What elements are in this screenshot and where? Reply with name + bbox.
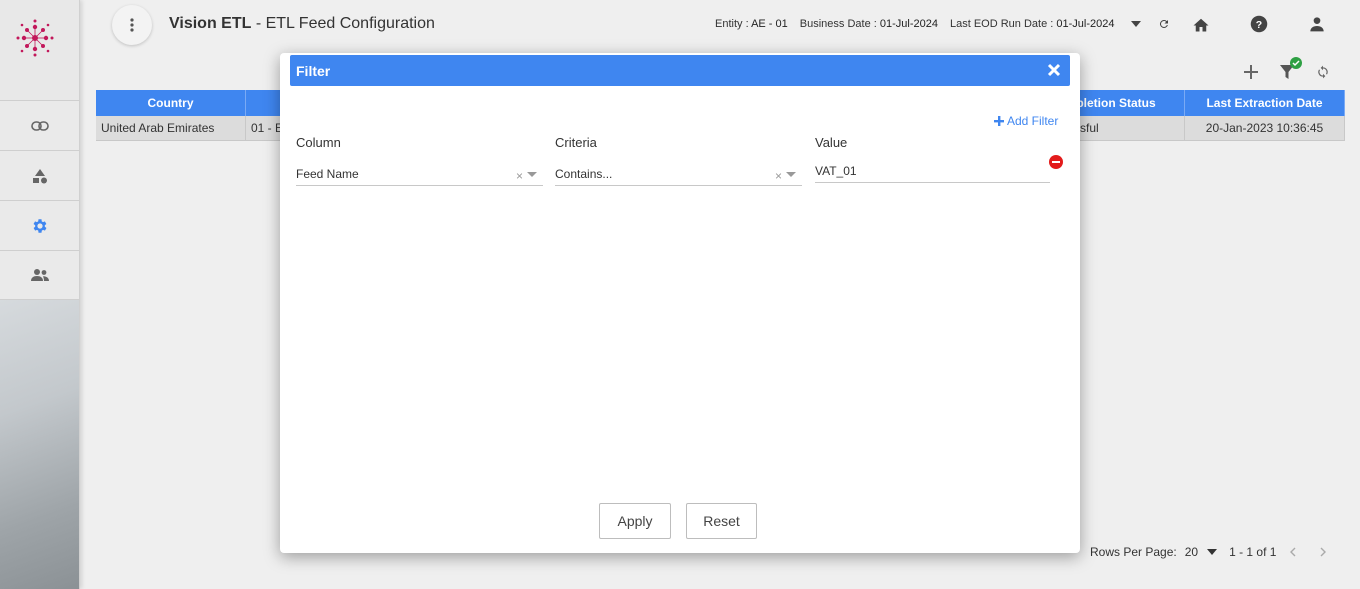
value-input[interactable]: VAT_01 [815,160,1050,183]
caret-down-icon [1131,21,1141,27]
minus-icon [1052,161,1060,163]
sidebar-item-link[interactable] [0,100,79,150]
eod-label: Last EOD Run Date : [949,18,1054,30]
value-input-text: VAT_01 [815,164,857,178]
entity-label: Entity : [715,18,749,30]
criteria-header-label: Criteria [555,135,597,150]
filter-active-badge [1290,57,1302,69]
eod-value: 01-Jul-2024 [1056,18,1115,30]
help-icon: ? [1250,15,1268,33]
table-cell-status: sful [1069,116,1185,141]
rows-per-page-label: Rows Per Page: [1090,545,1177,559]
add-filter-label: Add Filter [1007,114,1059,128]
column-header-country[interactable]: Country [96,90,246,116]
plus-icon [1244,65,1258,79]
home-button[interactable] [1191,14,1211,34]
sidebar-background-image [0,280,79,589]
caret-down-icon[interactable] [1207,549,1218,555]
criteria-select-value: Contains... [555,167,613,181]
sync-icon [1318,65,1328,79]
chevron-left-icon[interactable] [1290,547,1296,557]
clear-icon[interactable]: × [775,169,782,183]
filter-dialog: Filter Add Filter Column Criteria Value … [280,53,1080,553]
close-icon[interactable] [1047,63,1061,77]
sync-button[interactable] [1313,62,1333,82]
add-filter-button[interactable]: Add Filter [994,114,1058,128]
apply-button[interactable]: Apply [599,503,671,539]
page-title-text: - ETL Feed Configuration [251,15,435,32]
more-vertical-icon [130,18,134,32]
column-header-label: Column [296,135,341,150]
page-title: Vision ETL - ETL Feed Configuration [169,15,435,33]
rows-per-page-select[interactable]: 20 [1185,545,1198,559]
business-date-value: 01-Jul-2024 [879,18,938,30]
users-icon [31,269,49,281]
entity-info: Entity : AE - 01 [715,18,788,30]
sidebar-item-settings[interactable] [0,200,79,250]
help-button[interactable]: ? [1249,14,1269,34]
user-profile-button[interactable] [1307,14,1327,34]
plus-icon [994,116,1004,126]
filter-dialog-title: Filter [296,62,331,79]
table-cell-last-extraction: 20-Jan-2023 10:36:45 [1185,116,1345,141]
sidebar-nav [0,100,79,300]
value-header-label: Value [815,135,848,150]
filter-dialog-header: Filter [290,55,1070,86]
sidebar-item-shapes[interactable] [0,150,79,200]
app-name: Vision ETL [169,15,252,32]
entity-dropdown-button[interactable] [1126,14,1146,34]
pagination-range: 1 - 1 of 1 [1229,545,1277,559]
pagination: Rows Per Page: 20 1 - 1 of 1 [1090,545,1327,559]
svg-text:?: ? [1256,19,1262,31]
column-header-last-extraction-date[interactable]: Last Extraction Date [1185,90,1345,116]
add-button[interactable] [1241,62,1261,82]
clear-icon[interactable]: × [516,169,523,183]
user-icon [1310,17,1324,32]
business-date-info: Business Date : 01-Jul-2024 [800,18,938,30]
refresh-date-button[interactable] [1154,14,1174,34]
eod-info: Last EOD Run Date : 01-Jul-2024 [950,18,1114,30]
sidebar-item-users[interactable] [0,250,79,300]
criteria-select[interactable]: Contains... × [555,163,802,186]
business-date-label: Business Date : [799,18,877,30]
dropdown-caret-icon[interactable] [786,172,796,177]
chevron-right-icon[interactable] [1320,547,1327,557]
entity-value: AE - 01 [751,18,788,30]
refresh-icon [1159,19,1168,28]
sidebar [0,0,80,589]
link-icon [31,120,49,131]
rows-per-page-value: 20 [1184,545,1199,559]
home-icon [1193,18,1209,32]
check-icon [1292,60,1300,67]
column-select[interactable]: Feed Name × [296,163,543,186]
reset-button[interactable]: Reset [686,503,757,539]
dropdown-caret-icon[interactable] [527,172,537,177]
gear-icon [33,218,47,233]
app-logo-icon [16,19,54,57]
header-info: Entity : AE - 01 Business Date : 01-Jul-… [715,18,1114,30]
column-header-completion-status[interactable]: npletion Status [1069,90,1185,116]
table-cell-country: United Arab Emirates [96,116,246,141]
remove-filter-button[interactable] [1049,155,1063,169]
shapes-icon [33,168,47,183]
more-menu-button[interactable] [112,5,152,45]
column-select-value: Feed Name [296,167,359,181]
